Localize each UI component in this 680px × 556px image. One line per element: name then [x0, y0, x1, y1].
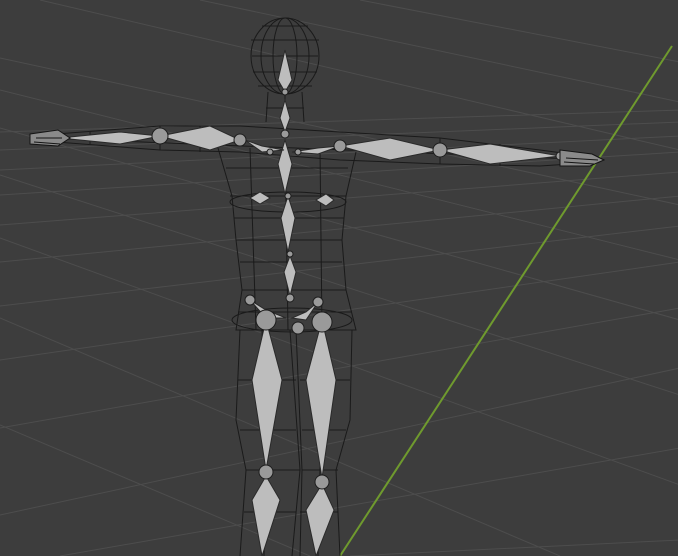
floor-grid	[0, 0, 678, 556]
armature-bones[interactable]	[59, 49, 561, 556]
3d-viewport[interactable]	[0, 0, 680, 556]
bone-shin-left	[251, 475, 281, 556]
bone-upperarm-left	[159, 125, 242, 151]
bone-spine-mid	[280, 194, 296, 253]
bone-shin-right	[305, 482, 335, 556]
bone-thigh-left	[251, 319, 283, 471]
bone-thigh-right	[305, 319, 337, 479]
viewport-canvas[interactable]	[0, 0, 680, 556]
bone-neck	[279, 98, 291, 134]
